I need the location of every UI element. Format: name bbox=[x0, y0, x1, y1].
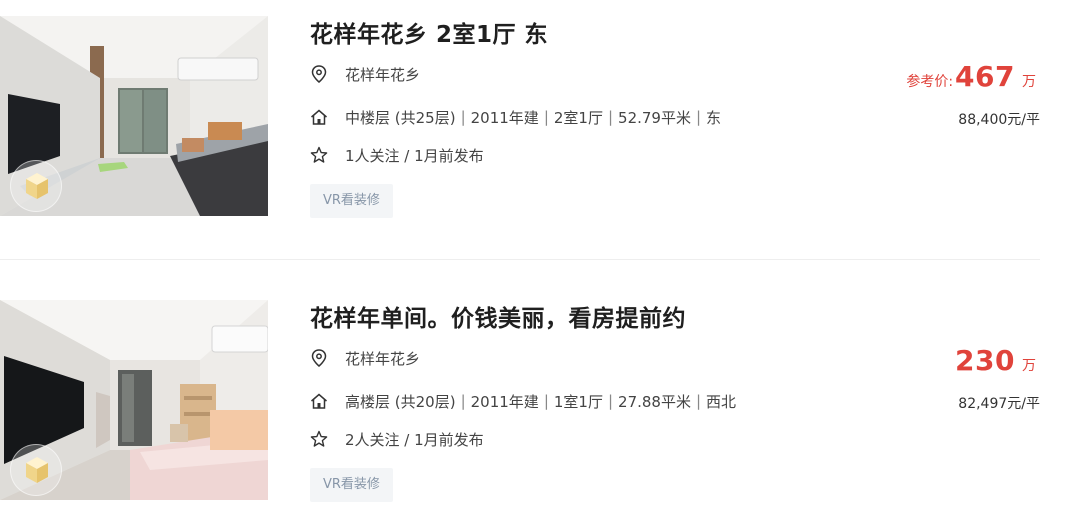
vr-decoration-tag[interactable]: VR看装修 bbox=[310, 468, 393, 502]
listing-card[interactable]: 花样年单间。价钱美丽，看房提前约 花样年花乡 高楼层 (共20层) | 2011年… bbox=[0, 284, 1080, 514]
vr-cube-icon bbox=[26, 457, 48, 483]
star-icon bbox=[310, 430, 328, 448]
vr-badge[interactable] bbox=[10, 160, 62, 212]
listing-title[interactable]: 花样年花乡 2室1厅 东 bbox=[310, 15, 548, 49]
location-pin-icon bbox=[310, 65, 328, 83]
total-price: 230 万 bbox=[953, 344, 1036, 377]
build-year: 2011年建 bbox=[470, 392, 539, 411]
listing-photo[interactable] bbox=[0, 16, 268, 216]
build-year: 2011年建 bbox=[470, 108, 539, 127]
community-link[interactable]: 花样年花乡 bbox=[345, 64, 420, 85]
location-pin-icon bbox=[310, 349, 328, 367]
listing-card[interactable]: 花样年花乡 2室1厅 东 花样年花乡 中楼层 (共25层) | 2011年建 | 2… bbox=[0, 0, 1080, 230]
vr-cube-icon bbox=[26, 173, 48, 199]
price-unit: 万 bbox=[1022, 74, 1036, 90]
floor-area: 27.88平米 bbox=[618, 392, 691, 411]
floor-info: 中楼层 (共25层) bbox=[345, 108, 456, 127]
floor-info: 高楼层 (共20层) bbox=[345, 392, 456, 411]
follow-info: 1人关注 / 1月前发布 bbox=[345, 146, 484, 165]
listing-title[interactable]: 花样年单间。价钱美丽，看房提前约 bbox=[310, 299, 686, 333]
star-icon bbox=[310, 146, 328, 164]
room-layout: 1室1厅 bbox=[553, 392, 603, 411]
follow-row: 2人关注 / 1月前发布 bbox=[310, 428, 484, 450]
listing-divider bbox=[0, 259, 1040, 260]
house-info-row: 高楼层 (共20层) | 2011年建 | 1室1厅 | 27.88平米 | 西北 bbox=[310, 390, 736, 412]
orientation: 西北 bbox=[706, 392, 737, 411]
room-layout: 2室1厅 bbox=[553, 108, 603, 127]
unit-price: 88,400元/平 bbox=[958, 112, 1040, 128]
location-row: 花样年花乡 bbox=[310, 63, 420, 85]
price-unit: 万 bbox=[1022, 358, 1036, 374]
location-row: 花样年花乡 bbox=[310, 347, 420, 369]
vr-badge[interactable] bbox=[10, 444, 62, 496]
house-info-row: 中楼层 (共25层) | 2011年建 | 2室1厅 | 52.79平米 | 东 bbox=[310, 106, 721, 128]
house-icon bbox=[310, 108, 328, 126]
price-value: 230 bbox=[955, 344, 1015, 377]
price-value: 467 bbox=[955, 60, 1015, 93]
price-prefix: 参考价: bbox=[906, 74, 954, 90]
vr-decoration-tag[interactable]: VR看装修 bbox=[310, 184, 393, 218]
listing-photo[interactable] bbox=[0, 300, 268, 500]
community-link[interactable]: 花样年花乡 bbox=[345, 348, 420, 369]
unit-price: 82,497元/平 bbox=[958, 396, 1040, 412]
orientation: 东 bbox=[706, 108, 722, 127]
house-icon bbox=[310, 392, 328, 410]
follow-info: 2人关注 / 1月前发布 bbox=[345, 430, 484, 449]
follow-row: 1人关注 / 1月前发布 bbox=[310, 144, 484, 166]
total-price: 参考价: 467 万 bbox=[906, 60, 1036, 93]
floor-area: 52.79平米 bbox=[618, 108, 691, 127]
